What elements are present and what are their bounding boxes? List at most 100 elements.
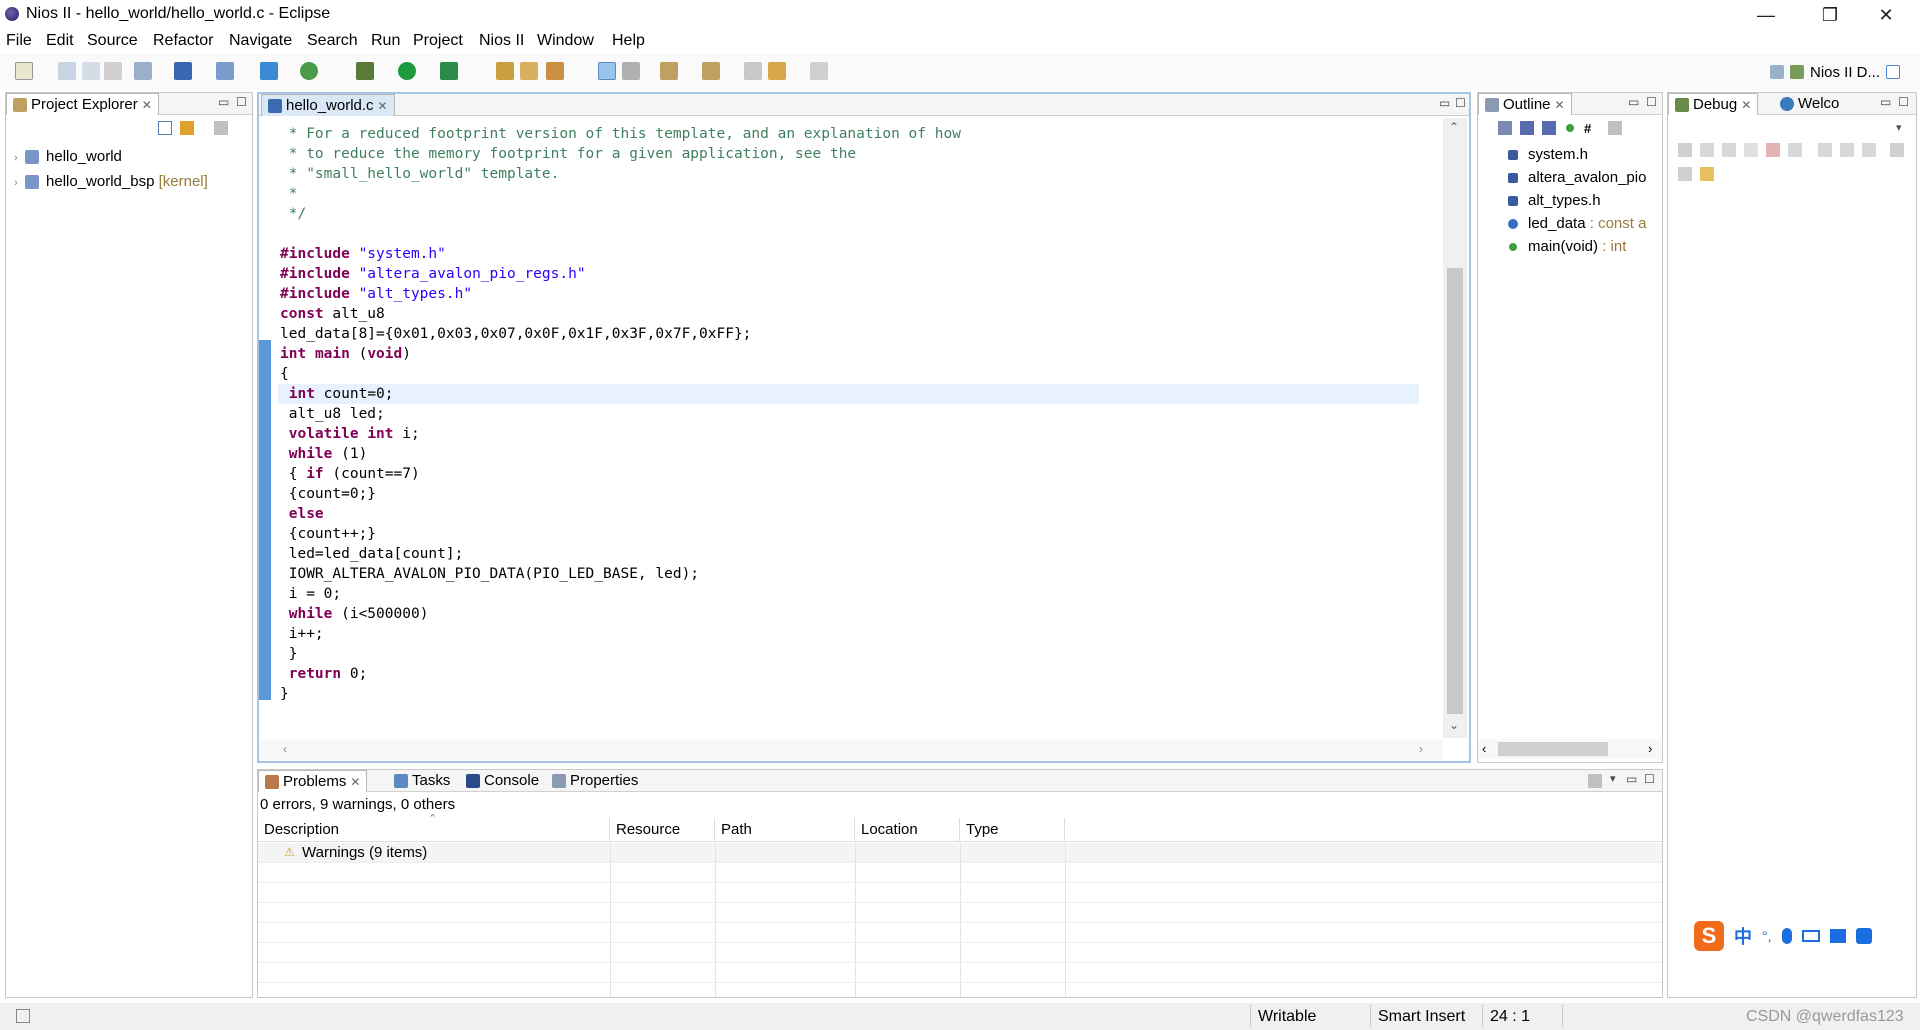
ime-keyboard-icon[interactable]	[1801, 930, 1820, 942]
pin-icon[interactable]	[622, 62, 640, 80]
code-line[interactable]: #include "alt_types.h"	[278, 284, 1419, 304]
vertical-scrollbar[interactable]: ⌃ ⌄	[1443, 118, 1467, 738]
sort-icon[interactable]	[1498, 121, 1512, 135]
menu-refactor[interactable]: Refactor	[153, 32, 213, 50]
print-icon[interactable]	[104, 62, 122, 80]
scroll-up-icon[interactable]: ⌃	[1449, 120, 1459, 134]
build-icon[interactable]	[134, 62, 152, 80]
new-source-icon[interactable]	[260, 62, 278, 80]
collapse-all-icon[interactable]	[158, 121, 172, 135]
use-step-filters-icon[interactable]	[1700, 167, 1714, 181]
code-line[interactable]: {	[278, 364, 1419, 384]
tab-console[interactable]: Console	[460, 770, 545, 792]
close-button[interactable]: ✕	[1858, 0, 1914, 30]
tab-debug[interactable]: Debug ✕	[1668, 93, 1759, 116]
code-line[interactable]: while (i<500000)	[278, 604, 1419, 624]
back-icon[interactable]	[768, 62, 786, 80]
hide-macros-icon[interactable]: #	[1584, 121, 1591, 136]
code-line[interactable]: volatile int i;	[278, 424, 1419, 444]
code-text[interactable]: * For a reduced footprint version of thi…	[278, 124, 1419, 704]
ime-voice-icon[interactable]	[1781, 928, 1792, 944]
step-into-icon[interactable]	[1818, 143, 1832, 157]
scroll-left-icon[interactable]: ‹	[283, 742, 287, 756]
horizontal-scrollbar[interactable]: ‹ ›	[259, 740, 1443, 760]
terminate-icon[interactable]	[1766, 143, 1780, 157]
code-line[interactable]: led=led_data[count];	[278, 544, 1419, 564]
minimize-icon[interactable]: ▭	[218, 95, 229, 109]
new-c-project-icon[interactable]	[174, 62, 192, 80]
outline-item[interactable]: altera_avalon_pio	[1508, 166, 1660, 189]
close-icon[interactable]: ✕	[1555, 94, 1565, 116]
maximize-icon[interactable]: ☐	[1455, 96, 1466, 110]
outline-item[interactable]: led_data : const a	[1508, 212, 1660, 235]
menu-file[interactable]: File	[6, 32, 32, 50]
focus-icon[interactable]	[1608, 121, 1622, 135]
open-type-icon[interactable]	[496, 62, 514, 80]
code-line[interactable]: while (1)	[278, 444, 1419, 464]
close-icon[interactable]: ✕	[378, 95, 388, 117]
code-line[interactable]: * "small_hello_world" template.	[278, 164, 1419, 184]
run-icon[interactable]	[398, 62, 416, 80]
tree-item[interactable]: › hello_world	[14, 145, 208, 170]
close-icon[interactable]: ✕	[1741, 94, 1751, 116]
code-line[interactable]: #include "system.h"	[278, 244, 1419, 264]
code-line[interactable]: }	[278, 684, 1419, 704]
tab-welcome[interactable]: Welco	[1774, 93, 1845, 115]
save-icon[interactable]	[58, 62, 76, 80]
minimize-icon[interactable]: ▭	[1626, 772, 1637, 786]
scroll-thumb[interactable]	[1447, 268, 1463, 714]
code-line[interactable]: const alt_u8	[278, 304, 1419, 324]
remove-terminated-icon[interactable]	[1678, 143, 1692, 157]
code-line[interactable]: }	[278, 644, 1419, 664]
minimize-button[interactable]: —	[1738, 0, 1794, 30]
forward-icon[interactable]	[810, 62, 828, 80]
tab-project-explorer[interactable]: Project Explorer ✕	[6, 93, 159, 115]
new-icon[interactable]	[15, 62, 33, 80]
expand-icon[interactable]: ›	[14, 177, 18, 189]
menu-project[interactable]: Project	[413, 32, 463, 50]
column-resource[interactable]: Resource	[610, 818, 715, 842]
maximize-icon[interactable]: ☐	[1646, 95, 1657, 109]
code-line[interactable]: int main (void)	[278, 344, 1419, 364]
resume-icon[interactable]	[1722, 143, 1736, 157]
tab-problems[interactable]: Problems ✕	[258, 770, 368, 792]
search-icon[interactable]	[546, 62, 564, 80]
menu-run[interactable]: Run	[371, 32, 400, 50]
fast-view-icon[interactable]	[16, 1009, 30, 1023]
toggle-mark-occurrences-icon[interactable]	[598, 62, 616, 80]
tab-hello-world-c[interactable]: hello_world.c ✕	[261, 94, 395, 116]
disconnect-icon[interactable]	[1788, 143, 1802, 157]
minimize-icon[interactable]: ▭	[1439, 96, 1450, 110]
hide-static-icon[interactable]	[1542, 121, 1556, 135]
column-type[interactable]: Type	[960, 818, 1065, 842]
sogou-logo-icon[interactable]: S	[1694, 921, 1724, 951]
refresh-icon[interactable]	[300, 62, 318, 80]
code-line[interactable]: i++;	[278, 624, 1419, 644]
external-tools-icon[interactable]	[440, 62, 458, 80]
menu-window[interactable]: Window	[537, 32, 594, 50]
close-icon[interactable]: ✕	[142, 94, 152, 116]
ime-skin-icon[interactable]	[1829, 929, 1846, 943]
outline-hscrollbar[interactable]: ‹ ›	[1478, 739, 1662, 759]
tab-tasks[interactable]: Tasks	[388, 770, 456, 792]
last-edit-icon[interactable]	[744, 62, 762, 80]
menu-help[interactable]: Help	[612, 32, 645, 50]
minimize-icon[interactable]: ▭	[1880, 95, 1891, 109]
expand-icon[interactable]: ›	[14, 152, 18, 164]
maximize-icon[interactable]: ☐	[236, 95, 247, 109]
code-line[interactable]: {count=0;}	[278, 484, 1419, 504]
code-line[interactable]	[278, 224, 1419, 244]
column-location[interactable]: Location	[855, 818, 960, 842]
step-over-icon[interactable]	[1840, 143, 1854, 157]
minimize-icon[interactable]: ▭	[1628, 95, 1639, 109]
code-line[interactable]: */	[278, 204, 1419, 224]
hide-fields-icon[interactable]	[1520, 121, 1534, 135]
link-editor-icon[interactable]	[180, 121, 194, 135]
outline-item[interactable]: system.h	[1508, 143, 1660, 166]
code-line[interactable]: * to reduce the memory footprint for a g…	[278, 144, 1419, 164]
previous-annotation-icon[interactable]	[702, 62, 720, 80]
maximize-icon[interactable]: ☐	[1644, 772, 1655, 786]
open-element-icon[interactable]	[520, 62, 538, 80]
restore-button[interactable]: ❐	[1802, 0, 1858, 30]
perspective-toggle-icon[interactable]	[1886, 65, 1901, 79]
